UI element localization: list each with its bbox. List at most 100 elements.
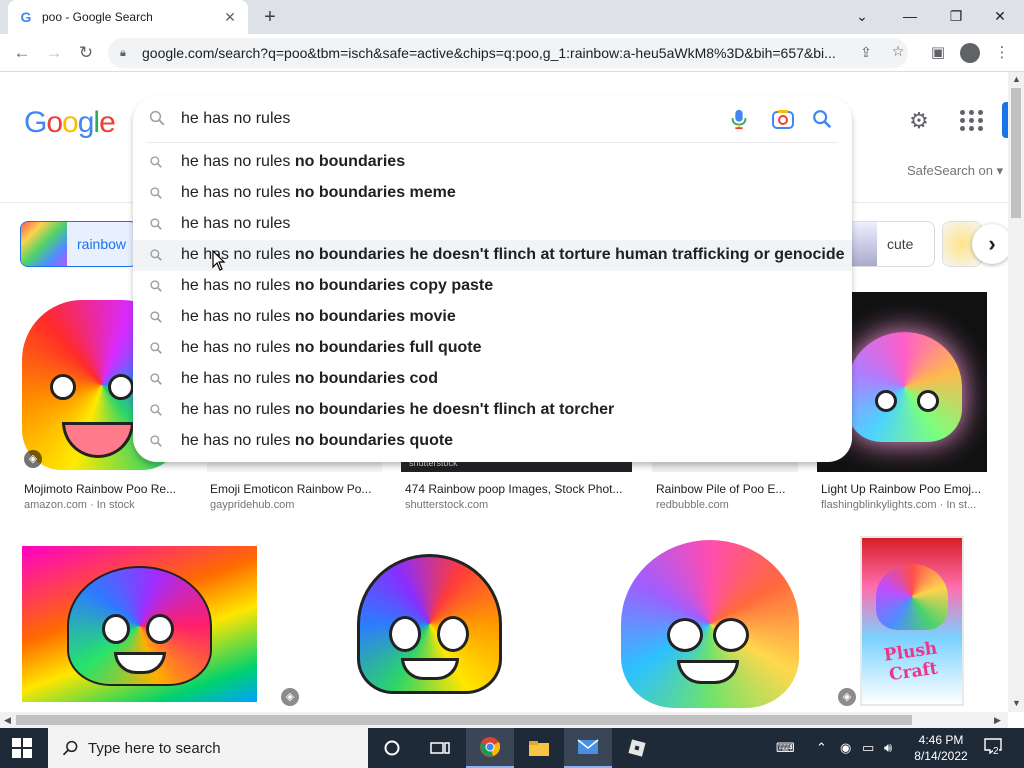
suggestion-prefix: he has no rules [181, 401, 295, 418]
show-hidden-icons-icon[interactable]: ⌃ [816, 740, 827, 756]
search-icon [150, 342, 162, 354]
mail-icon[interactable] [564, 728, 612, 768]
suggestion-completion: no boundaries he doesn't flinch at tortu… [294, 246, 845, 263]
taskbar-search-icon [62, 740, 78, 756]
search-icon [150, 218, 162, 230]
suggestion-text: he has no rules no boundaries movie [181, 308, 456, 326]
tab-search-button[interactable]: ⌄ [842, 4, 882, 28]
result-source[interactable]: flashingblinkylights.com · In st... [821, 499, 989, 511]
chip-rainbow[interactable]: rainbow [20, 221, 138, 267]
suggestion-item[interactable]: he has no rules no boundaries [133, 147, 852, 178]
task-view-icon[interactable] [416, 728, 464, 768]
suggestion-item[interactable]: he has no rules no boundaries copy paste [133, 271, 852, 302]
kebab-menu-icon[interactable]: ⋮ [992, 43, 1012, 63]
result-title[interactable]: 474 Rainbow poop Images, Stock Phot... [405, 482, 630, 496]
suggestion-item[interactable]: he has no rules no boundaries meme [133, 178, 852, 209]
suggestion-item[interactable]: he has no rules [133, 209, 852, 240]
windows-start-icon[interactable] [12, 738, 32, 758]
result-image[interactable]: Plush Craft ◈ [836, 534, 988, 712]
suggestion-text: he has no rules no boundaries [181, 153, 405, 171]
suggestion-text: he has no rules no boundaries full quote [181, 339, 482, 357]
suggestion-completion: no boundaries copy paste [294, 277, 494, 294]
logo-letter: g [77, 106, 95, 139]
scroll-left-arrow-icon[interactable]: ◀ [4, 715, 11, 726]
scroll-right-arrow-icon[interactable]: ▶ [994, 715, 1001, 726]
microphone-icon[interactable] [729, 108, 749, 130]
url-text[interactable]: google.com/search?q=poo&tbm=isch&safe=ac… [142, 45, 852, 61]
suggestion-prefix: he has no rules [181, 432, 295, 449]
suggestion-text: he has no rules no boundaries meme [181, 184, 456, 202]
google-apps-icon[interactable] [958, 108, 983, 132]
settings-gear-icon[interactable]: ⚙ [906, 108, 932, 134]
google-logo[interactable]: Google [24, 106, 116, 140]
side-panel-icon[interactable]: ▣ [928, 43, 948, 63]
lock-icon[interactable]: 🔒︎ [120, 47, 134, 60]
suggestion-item[interactable]: he has no rules no boundaries cod [133, 364, 852, 395]
search-input[interactable] [181, 108, 701, 130]
file-explorer-icon[interactable] [515, 728, 563, 768]
safesearch-toggle[interactable]: SafeSearch on ▾ [907, 163, 1003, 179]
suggestion-item[interactable]: he has no rules no boundaries he doesn't… [133, 240, 852, 271]
result-title[interactable]: Mojimoto Rainbow Poo Re... [24, 482, 184, 496]
result-title[interactable]: Rainbow Pile of Poo E... [656, 482, 796, 496]
scroll-up-arrow-icon[interactable]: ▲ [1012, 74, 1021, 84]
back-arrow-icon[interactable]: ← [10, 41, 34, 65]
suggestion-item[interactable]: he has no rules no boundaries full quote [133, 333, 852, 364]
keyboard-layout-icon[interactable]: ⌨ [776, 740, 795, 756]
browser-tab[interactable]: G poo - Google Search ✕ [8, 0, 248, 34]
forward-arrow-icon[interactable]: → [42, 41, 66, 65]
chip-label: rainbow [77, 236, 127, 252]
browser-toolbar: ← → ↻ 🔒︎ google.com/search?q=poo&tbm=isc… [0, 34, 1024, 72]
chip-label: cute [887, 236, 914, 252]
logo-letter: o [46, 106, 63, 139]
chevron-right-icon[interactable]: › [972, 224, 1008, 264]
bookmark-star-icon[interactable]: ☆ [888, 43, 908, 63]
minimize-button[interactable]: — [890, 4, 930, 28]
suggestion-item[interactable]: he has no rules no boundaries quote [133, 426, 852, 457]
suggestion-item[interactable]: he has no rules no boundaries he doesn't… [133, 395, 852, 426]
logo-letter: e [99, 106, 116, 139]
vertical-scrollbar[interactable]: ▲ ▼ [1008, 72, 1024, 712]
suggestion-list: he has no rules no boundaries he has no r… [133, 147, 852, 457]
tab-close-icon[interactable]: ✕ [222, 9, 238, 26]
result-source[interactable]: amazon.com · In stock [24, 499, 184, 511]
clock-time: 4:46 PM [918, 733, 964, 747]
profile-avatar-icon[interactable] [960, 43, 980, 63]
search-submit-icon[interactable] [811, 108, 833, 130]
horizontal-scroll-thumb[interactable] [16, 715, 912, 725]
horizontal-scrollbar[interactable]: ◀ ▶ [0, 712, 1008, 728]
suggestion-completion: no boundaries meme [294, 184, 456, 201]
restore-button[interactable]: ❐ [936, 4, 976, 28]
volume-icon[interactable]: 🔊︎ [884, 740, 892, 756]
share-icon[interactable]: ⇪ [856, 44, 876, 64]
notification-count: 2 [993, 746, 999, 757]
address-bar[interactable]: 🔒︎ google.com/search?q=poo&tbm=isch&safe… [108, 38, 908, 68]
suggestion-prefix: he has no rules [181, 215, 291, 232]
result-source[interactable]: gaypridehub.com [210, 499, 380, 511]
cortana-icon[interactable] [368, 728, 416, 768]
taskbar-search-box[interactable]: Type here to search [48, 728, 368, 768]
suggestion-item[interactable]: he has no rules no boundaries movie [133, 302, 852, 333]
tab-strip: G poo - Google Search ✕ + ⌄ — ❐ ✕ [0, 0, 1024, 34]
result-image[interactable] [601, 534, 817, 712]
scroll-down-arrow-icon[interactable]: ▼ [1012, 698, 1021, 708]
vertical-scroll-thumb[interactable] [1011, 88, 1021, 218]
result-source[interactable]: shutterstock.com [405, 499, 630, 511]
result-title[interactable]: Light Up Rainbow Poo Emoj... [821, 482, 989, 496]
result-source[interactable]: redbubble.com [656, 499, 796, 511]
chrome-taskbar-icon[interactable] [466, 728, 514, 768]
google-lens-icon[interactable] [771, 108, 795, 130]
network-icon[interactable]: ▭ [862, 740, 874, 756]
reload-icon[interactable]: ↻ [74, 41, 98, 65]
new-tab-button[interactable]: + [258, 6, 282, 28]
chip-cute[interactable]: cute [840, 221, 935, 267]
search-icon [150, 156, 162, 168]
result-image[interactable] [22, 546, 257, 702]
result-image[interactable]: ◈ [279, 534, 581, 712]
close-window-button[interactable]: ✕ [980, 4, 1020, 28]
result-title[interactable]: Emoji Emoticon Rainbow Po... [210, 482, 380, 496]
roblox-icon[interactable] [613, 728, 661, 768]
meet-now-icon[interactable]: ◉ [840, 740, 851, 756]
system-clock[interactable]: 4:46 PM 8/14/2022 [906, 732, 976, 764]
suggestion-text: he has no rules no boundaries he doesn't… [181, 401, 614, 419]
